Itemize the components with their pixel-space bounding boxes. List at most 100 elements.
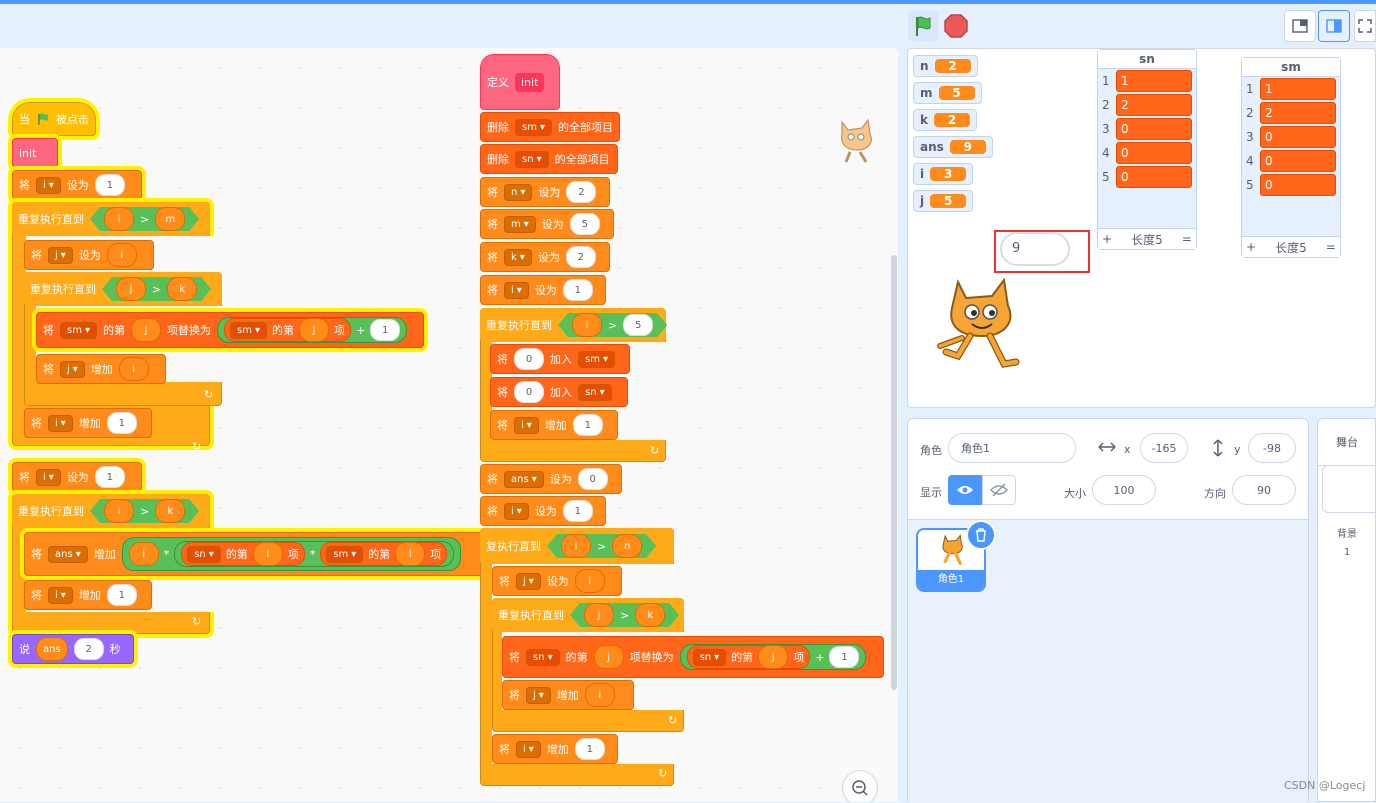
repeat-until-header[interactable]: 重复执行直到 i > k [12,494,210,528]
variable-dropdown[interactable]: i ▾ [48,586,73,604]
delete-all-sm-block[interactable]: 删除 sm ▾ 的全部项目 [480,112,620,142]
variable-reporter[interactable]: k [155,499,185,523]
resize-handle[interactable]: = [1182,232,1192,246]
list-item[interactable]: 30 [1242,125,1340,149]
variable-dropdown[interactable]: n ▾ [504,183,533,201]
list-item[interactable]: 11 [1242,77,1340,101]
value-input[interactable]: 0 [514,381,544,403]
delete-all-sn-block[interactable]: 删除 sn ▾ 的全部项目 [480,144,618,174]
y-input[interactable]: -98 [1248,433,1296,463]
add-to-sn-block[interactable]: 将 0 加入 sn ▾ [490,377,628,407]
variable-reporter[interactable]: j [584,603,614,627]
variable-reporter[interactable]: i [128,542,159,566]
change-i-block[interactable]: 将 i ▾ 增加 1 [490,410,618,440]
list-item[interactable]: 22 [1242,101,1340,125]
repeat-until-header[interactable]: 重复执行直到 j > k [24,272,222,306]
set-i-block[interactable]: 将 i ▾ 设为 1 [480,275,606,305]
greater-than-operator[interactable]: i > k [90,499,199,523]
add-operator[interactable]: sm ▾ 的第 j 项 + 1 [216,317,408,343]
list-dropdown[interactable]: sm ▾ [60,321,97,339]
value-input[interactable]: 1 [94,174,125,196]
variable-monitor-j[interactable]: j5 [913,190,974,212]
set-k-block[interactable]: 将 k ▾ 设为 2 [480,242,610,272]
repeat-until-header[interactable]: 重复执行直到 i > m [12,202,210,236]
variable-reporter[interactable]: i [574,569,605,593]
variable-monitor-i[interactable]: i3 [913,163,974,185]
change-i-block[interactable]: 将 i ▾ 增加 1 [492,734,618,764]
when-flag-clicked-block[interactable]: 当 被点击 [12,102,96,136]
variable-dropdown[interactable]: k ▾ [504,248,532,266]
value-input[interactable]: 1 [829,646,860,668]
hide-sprite-button[interactable] [982,475,1016,505]
variable-reporter[interactable]: j [593,645,624,669]
variable-reporter[interactable]: ans [36,637,68,661]
list-item[interactable]: 50 [1242,173,1340,197]
replace-item-block[interactable]: 将 sn ▾ 的第 j 项替换为 sn ▾ 的第 j 项 + 1 [502,636,884,678]
variable-reporter[interactable]: i [104,207,134,231]
list-dropdown[interactable]: sm ▾ [578,350,615,368]
change-j-block[interactable]: 将 j ▾ 增加 i [36,354,166,384]
variable-reporter[interactable]: i [106,243,137,267]
replace-item-block[interactable]: 将 sm ▾ 的第 j 项替换为 sm ▾ 的第 j 项 + 1 [36,312,424,348]
list-dropdown[interactable]: sn ▾ [526,648,560,666]
add-item-button[interactable]: + [1102,232,1112,246]
list-dropdown[interactable]: sn ▾ [578,383,612,401]
variable-reporter[interactable]: i [572,313,602,337]
list-item[interactable]: 40 [1242,149,1340,173]
add-to-sm-block[interactable]: 将 0 加入 sm ▾ [490,344,630,374]
variable-monitor-ans[interactable]: ans 9 [913,136,993,158]
variable-reporter[interactable]: j [758,645,789,669]
variable-monitor-k[interactable]: k2 [913,109,977,131]
change-j-block[interactable]: 将 j ▾ 增加 i [502,680,634,710]
custom-block-name[interactable]: init [515,72,545,92]
normal-stage-button[interactable] [1318,10,1350,42]
set-j-block[interactable]: 将 j ▾ 设为 i [492,566,622,596]
variable-dropdown[interactable]: ans ▾ [48,545,88,563]
value-input[interactable]: 1 [106,584,137,606]
variable-reporter[interactable]: i [118,357,149,381]
list-monitor-sn[interactable]: sn 11 22 30 40 50 + 长度5 = [1097,49,1197,250]
multiply-operator[interactable]: i * sn ▾ 的第 i 项 * sm ▾ 的第 i 项 [121,537,462,571]
variable-reporter[interactable]: i [561,534,591,558]
variable-dropdown[interactable]: j ▾ [48,246,73,264]
list-item[interactable]: 30 [1098,117,1196,141]
list-dropdown[interactable]: sn ▾ [515,150,549,168]
change-ans-block[interactable]: 将 ans ▾ 增加 i * sn ▾ 的第 i 项 * sm ▾ 的第 i 项 [24,532,492,576]
value-input[interactable]: 0 [577,468,608,490]
repeat-until-header[interactable]: 复执行直到 i > n [480,528,674,564]
set-ans-block[interactable]: 将 ans ▾ 设为 0 [480,464,622,494]
size-input[interactable]: 100 [1092,475,1156,505]
delete-sprite-button[interactable] [966,520,996,550]
variable-reporter[interactable]: i [584,683,615,707]
repeat-until-header[interactable]: 重复执行直到 j > k [492,598,684,632]
value-input[interactable]: 5 [623,314,653,336]
resize-handle[interactable]: = [1326,240,1336,254]
add-operator[interactable]: sn ▾ 的第 j 项 + 1 [679,644,867,670]
variable-reporter[interactable]: k [635,603,665,627]
greater-than-operator[interactable]: i > n [547,534,656,558]
value-input[interactable]: 1 [562,279,593,301]
small-stage-button[interactable] [1284,10,1316,42]
item-of-list-reporter[interactable]: sn ▾ 的第 j 项 [686,645,811,669]
variable-reporter[interactable]: i [252,542,283,566]
variable-dropdown[interactable]: i ▾ [516,740,541,758]
value-input[interactable]: 2 [73,638,104,660]
value-input[interactable]: 0 [514,348,544,370]
set-j-block[interactable]: 将 j ▾ 设为 i [24,240,154,270]
variable-dropdown[interactable]: j ▾ [526,686,551,704]
call-init-block[interactable]: init [12,138,58,168]
value-input[interactable]: 1 [94,466,125,488]
stop-button[interactable] [943,13,969,39]
greater-than-operator[interactable]: i > 5 [558,313,667,337]
variable-reporter[interactable]: n [612,534,642,558]
list-item[interactable]: 50 [1098,165,1196,189]
list-dropdown[interactable]: sm ▾ [515,118,552,136]
stage-thumbnail[interactable] [1322,465,1376,513]
variable-reporter[interactable]: i [395,542,426,566]
variable-dropdown[interactable]: i ▾ [514,416,539,434]
repeat-until-header[interactable]: 重复执行直到 i > 5 [480,308,666,342]
variable-dropdown[interactable]: i ▾ [36,468,61,486]
variable-dropdown[interactable]: j ▾ [60,360,85,378]
change-i-block[interactable]: 将 i ▾ 增加 1 [24,580,152,610]
green-flag-button[interactable] [908,11,938,41]
